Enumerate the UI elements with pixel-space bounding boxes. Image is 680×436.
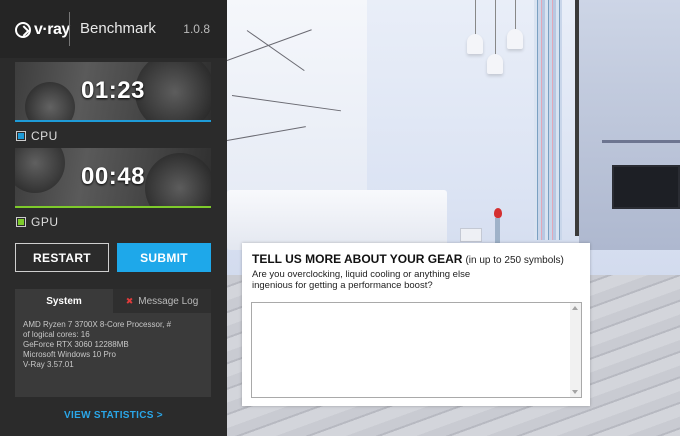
tab-message-log-label: Message Log (138, 295, 199, 307)
scene-room (579, 0, 680, 250)
system-info-box: AMD Ryzen 7 3700X 8-Core Processor, # of… (15, 313, 211, 397)
cpu-toggle[interactable]: CPU (16, 129, 58, 143)
vray-logo: v·ray (15, 18, 70, 42)
cpu-label: CPU (31, 129, 58, 143)
scene-flower (494, 208, 502, 218)
system-info-line: of logical cores: 16 (23, 330, 90, 339)
brand-text: v·ray (34, 21, 70, 38)
app-version: 1.0.8 (183, 22, 210, 36)
gear-textarea-scrollbar[interactable] (570, 303, 581, 397)
view-statistics-link[interactable]: VIEW STATISTICS > (0, 410, 227, 421)
scene-pillar (575, 0, 579, 236)
scene-bed (227, 190, 447, 250)
gear-form-title: TELL US MORE ABOUT YOUR GEAR (in up to 25… (252, 252, 564, 266)
vray-logo-icon (15, 22, 31, 38)
gpu-toggle[interactable]: GPU (16, 215, 59, 229)
system-info-line: GeForce RTX 3060 12288MB (23, 340, 129, 349)
info-tabs: System ✖ Message Log (15, 289, 211, 313)
close-icon: ✖ (125, 295, 134, 306)
lamp-cord (495, 0, 496, 55)
scene-tv (612, 165, 680, 209)
submit-button[interactable]: SUBMIT (117, 243, 211, 272)
gear-form-question: ingenious for getting a performance boos… (252, 280, 433, 291)
system-info-line: AMD Ryzen 7 3700X 8-Core Processor, # (23, 320, 172, 329)
gpu-timer: 00:48 (81, 163, 145, 190)
lamp-cord (475, 0, 476, 35)
gear-feedback-form: TELL US MORE ABOUT YOUR GEAR (in up to 25… (242, 243, 590, 406)
scroll-down-icon[interactable] (572, 390, 578, 394)
pendant-lamp (507, 29, 523, 49)
pendant-lamp (467, 34, 483, 54)
gear-description-input[interactable] (251, 302, 582, 398)
app-title: Benchmark (80, 20, 156, 37)
cpu-checkbox[interactable] (16, 131, 26, 141)
restart-button[interactable]: RESTART (15, 243, 109, 272)
tab-system[interactable]: System (15, 289, 113, 313)
scene-curtain (534, 0, 562, 240)
benchmark-panel: v·ray Benchmark 1.0.8 01:23 CPU 00:48 GP… (0, 0, 227, 436)
tab-system-label: System (46, 295, 82, 307)
gear-form-limit-note: (in up to 250 symbols) (465, 255, 564, 266)
tab-message-log[interactable]: ✖ Message Log (113, 289, 211, 313)
cpu-timer: 01:23 (81, 77, 145, 104)
cpu-progress-bar (15, 120, 211, 122)
system-info-line: Microsoft Windows 10 Pro (23, 350, 116, 359)
pendant-lamp (487, 54, 503, 74)
gpu-label: GPU (31, 215, 59, 229)
gpu-checkbox[interactable] (16, 217, 26, 227)
system-info-line: V-Ray 3.57.01 (23, 360, 74, 369)
cpu-benchmark-tile: 01:23 (15, 62, 211, 122)
gpu-progress-bar (15, 206, 211, 208)
scene-socket (460, 228, 482, 242)
gpu-benchmark-tile: 00:48 (15, 148, 211, 208)
app-header: v·ray Benchmark 1.0.8 (0, 0, 227, 58)
scene-shelf (602, 140, 680, 143)
gear-form-heading: TELL US MORE ABOUT YOUR GEAR (252, 252, 463, 266)
scene-vase (495, 218, 500, 243)
gear-form-question: Are you overclocking, liquid cooling or … (252, 269, 471, 280)
scroll-up-icon[interactable] (572, 306, 578, 310)
header-divider (69, 12, 70, 46)
lamp-cord (515, 0, 516, 30)
